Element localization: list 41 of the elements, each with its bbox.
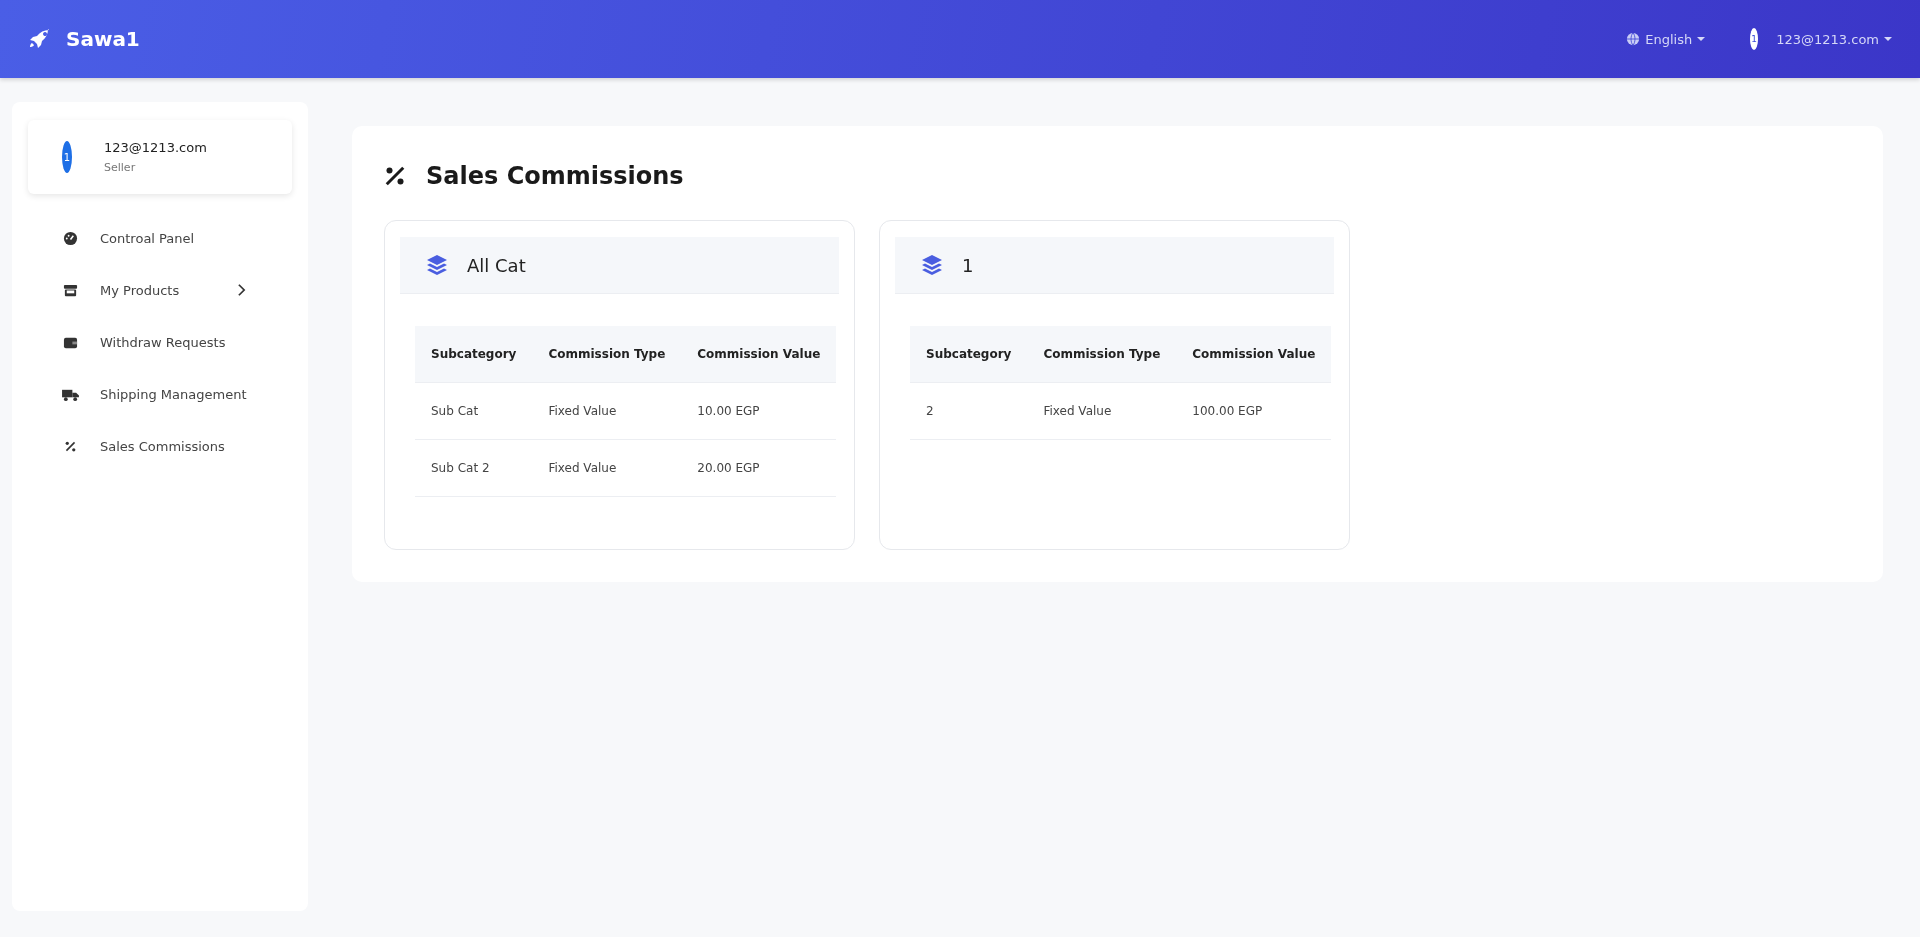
profile-email: 123@1213.com [104, 140, 207, 155]
sidebar-item[interactable]: Shipping Management [28, 368, 292, 420]
table-cell: Sub Cat 2 [415, 439, 533, 497]
gauge-icon [62, 230, 78, 246]
column-header: Subcategory [910, 326, 1028, 383]
sidebar-item[interactable]: Controal Panel [28, 212, 292, 264]
table-cell: 20.00 EGP [681, 439, 837, 497]
caret-icon [1884, 37, 1892, 41]
sidebar-item[interactable]: Sales Commissions [28, 420, 292, 472]
category-name: 1 [962, 254, 974, 276]
profile-role: Seller [104, 161, 137, 174]
layers-icon [425, 253, 449, 277]
brand-name: Sawa1 [66, 27, 140, 51]
layers-icon [920, 253, 944, 277]
table-cell: Fixed Value [1027, 382, 1177, 440]
column-header: Subcategory [415, 326, 533, 383]
user-avatar: 1 [62, 141, 72, 173]
column-header: Commission Type [532, 326, 682, 383]
page-title: Sales Commissions [426, 162, 684, 190]
column-header: Commission Value [681, 326, 837, 383]
rocket-icon [28, 27, 52, 51]
table-cell: Sub Cat [415, 382, 533, 440]
sidebar-item[interactable]: My Products [28, 264, 292, 316]
column-header: Commission Value [1176, 326, 1332, 383]
user-menu[interactable]: 123@1213.com [1776, 31, 1892, 47]
column-header: Commission Type [1027, 326, 1177, 383]
percent-icon [384, 165, 406, 187]
language-dropdown[interactable]: English [1626, 31, 1706, 47]
chevron-right-icon [237, 283, 247, 297]
table-cell: Fixed Value [532, 439, 682, 497]
store-icon [62, 282, 78, 298]
sidebar-item[interactable]: Withdraw Requests [28, 316, 292, 368]
table-cell: Fixed Value [532, 382, 682, 440]
table-cell: 100.00 EGP [1176, 382, 1332, 440]
category-name: All Cat [467, 254, 526, 276]
user-avatar: 1 [1750, 28, 1759, 50]
table-cell: 2 [910, 382, 1028, 440]
percent-icon [63, 439, 77, 453]
caret-icon [1697, 37, 1706, 41]
table-cell: 10.00 EGP [681, 382, 837, 440]
globe-icon [1626, 32, 1641, 46]
